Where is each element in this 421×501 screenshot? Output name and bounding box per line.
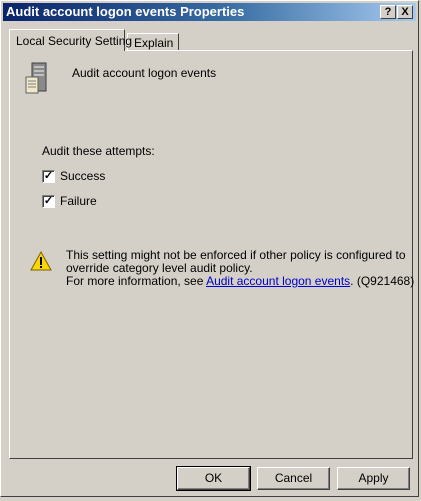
apply-button[interactable]: Apply bbox=[337, 467, 410, 490]
warning-text: This setting might not be enforced if ot… bbox=[66, 249, 414, 288]
audit-attempts-label: Audit these attempts: bbox=[42, 144, 155, 158]
failure-checkbox[interactable]: ✓ bbox=[42, 194, 55, 208]
cancel-button[interactable]: Cancel bbox=[257, 467, 330, 490]
success-label[interactable]: Success bbox=[60, 169, 105, 183]
title-bar[interactable]: Audit account logon events Properties ? … bbox=[3, 3, 416, 21]
success-checkbox-row[interactable]: ✓ Success bbox=[42, 168, 105, 184]
warning-line-3-suffix: . (Q921468) bbox=[350, 274, 415, 288]
audit-account-logon-events-link[interactable]: Audit account logon events bbox=[206, 274, 350, 288]
warning-line-3: For more information, see Audit account … bbox=[66, 274, 414, 288]
success-checkbox[interactable]: ✓ bbox=[42, 169, 55, 183]
warning-icon bbox=[30, 250, 52, 274]
tab-local-security-setting[interactable]: Local Security Setting bbox=[9, 29, 132, 51]
ok-button[interactable]: OK bbox=[176, 466, 251, 491]
tab-explain[interactable]: Explain bbox=[127, 33, 179, 51]
failure-label[interactable]: Failure bbox=[60, 194, 97, 208]
window-title: Audit account logon events Properties bbox=[6, 4, 245, 19]
failure-checkbox-row[interactable]: ✓ Failure bbox=[42, 193, 97, 209]
close-button[interactable]: X bbox=[397, 5, 413, 19]
help-button[interactable]: ? bbox=[380, 5, 396, 19]
properties-dialog: Audit account logon events Properties ? … bbox=[0, 0, 419, 497]
warning-line-3-prefix: For more information, see bbox=[66, 274, 207, 288]
server-policy-icon bbox=[24, 61, 54, 98]
tab-panel: Audit account logon events Audit these a… bbox=[9, 50, 414, 459]
policy-name: Audit account logon events bbox=[72, 66, 217, 80]
